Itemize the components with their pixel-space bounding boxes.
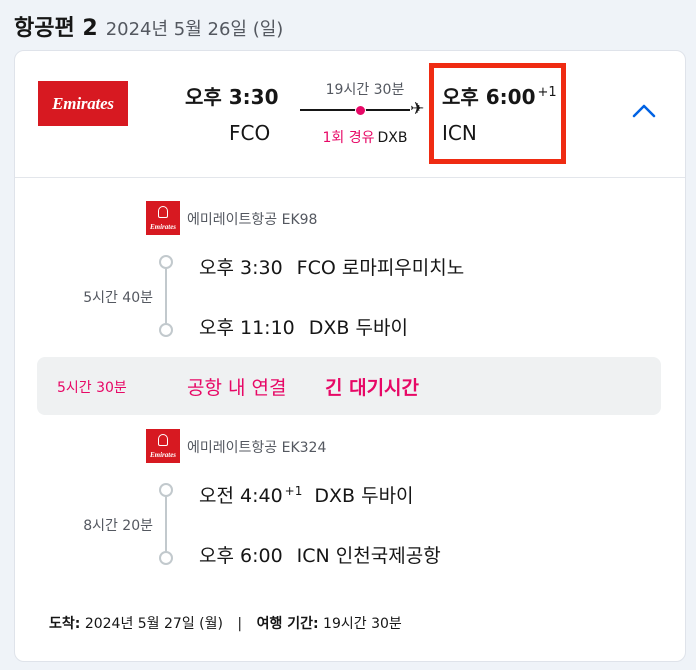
arrival-highlight-box bbox=[429, 63, 566, 164]
segment-departure-place: DXB 두바이 bbox=[314, 485, 414, 507]
timeline-departure-dot bbox=[159, 255, 173, 269]
departure-time: 오후 3:30 bbox=[185, 85, 279, 109]
airline-logo: Emirates bbox=[38, 81, 128, 126]
layover-banner: 5시간 30분 공항 내 연결 긴 대기시간 bbox=[37, 357, 661, 415]
segment-airline: 에미레이트항공 EK324 bbox=[187, 440, 327, 456]
segment-departure: 오전 4:40 +1 DXB 두바이 bbox=[199, 481, 414, 508]
arrival-label: 도착: bbox=[49, 616, 81, 632]
timeline-departure-dot bbox=[159, 483, 173, 497]
chevron-up-icon[interactable] bbox=[629, 99, 659, 123]
stop-marker bbox=[355, 105, 366, 116]
segment-duration: 5시간 40분 bbox=[83, 290, 153, 306]
segment-departure-place: FCO 로마피우미치노 bbox=[296, 257, 465, 279]
segment-arrival: 오후 6:00 ICN 인천국제공항 bbox=[199, 541, 441, 568]
arrival-day-offset: +1 bbox=[537, 85, 557, 101]
segment-arrival: 오후 11:10 DXB 두바이 bbox=[199, 313, 408, 340]
segment-departure-time: 오전 4:40 +1 bbox=[199, 483, 303, 507]
travel-duration-label: 여행 기간: bbox=[256, 616, 319, 632]
trip-footer: 도착: 2024년 5월 27일 (월) | 여행 기간: 19시간 30분 bbox=[49, 613, 402, 633]
flight-card: Emirates 오후 3:30 FCO 19시간 30분 ✈ 1회 경유 DXB… bbox=[14, 50, 686, 662]
flight-label: 항공편 2 bbox=[14, 16, 98, 41]
timeline-line bbox=[165, 265, 167, 327]
segment-arrival-time: 오후 6:00 bbox=[199, 545, 283, 567]
layover-connection: 공항 내 연결 bbox=[187, 377, 287, 399]
flight-header: 항공편 2 2024년 5월 26일 (일) bbox=[14, 10, 283, 44]
timeline-arrival-dot bbox=[159, 323, 173, 337]
arrival-time: 오후 6:00 +1 bbox=[442, 81, 557, 110]
timeline-line bbox=[165, 493, 167, 555]
departure-code: FCO bbox=[229, 121, 271, 145]
segment-arrival-place: DXB 두바이 bbox=[308, 317, 408, 339]
segment-arrival-place: ICN 인천국제공항 bbox=[296, 545, 441, 567]
total-duration: 19시간 30분 bbox=[325, 82, 405, 98]
flight-date: 2024년 5월 26일 (일) bbox=[105, 19, 284, 40]
segment-arrival-time: 오후 11:10 bbox=[199, 317, 295, 339]
footer-separator: | bbox=[237, 616, 243, 632]
flight-summary[interactable]: Emirates 오후 3:30 FCO 19시간 30분 ✈ 1회 경유 DXB… bbox=[15, 51, 685, 178]
segment-duration: 8시간 20분 bbox=[83, 518, 153, 534]
arrival-code: ICN bbox=[442, 121, 477, 145]
segment-airline: 에미레이트항공 EK98 bbox=[187, 212, 318, 228]
segment-departure-time: 오후 3:30 bbox=[199, 257, 283, 279]
timeline-arrival-dot bbox=[159, 551, 173, 565]
segment-airline-logo: Emirates bbox=[146, 201, 180, 235]
arrival-date: 2024년 5월 27일 (월) bbox=[84, 616, 223, 632]
arrival-time-value: 오후 6:00 bbox=[442, 85, 536, 109]
layover-warning: 긴 대기시간 bbox=[325, 377, 420, 399]
stops-info: 1회 경유 DXB bbox=[315, 127, 415, 147]
stops-count: 1회 경유 bbox=[322, 130, 375, 146]
segment-airline-logo: Emirates bbox=[146, 429, 180, 463]
segment-departure: 오후 3:30 FCO 로마피우미치노 bbox=[199, 253, 464, 280]
travel-duration: 19시간 30분 bbox=[323, 616, 402, 632]
plane-icon: ✈ bbox=[410, 99, 425, 119]
stops-via: DXB bbox=[377, 130, 408, 146]
layover-duration: 5시간 30분 bbox=[57, 380, 127, 396]
